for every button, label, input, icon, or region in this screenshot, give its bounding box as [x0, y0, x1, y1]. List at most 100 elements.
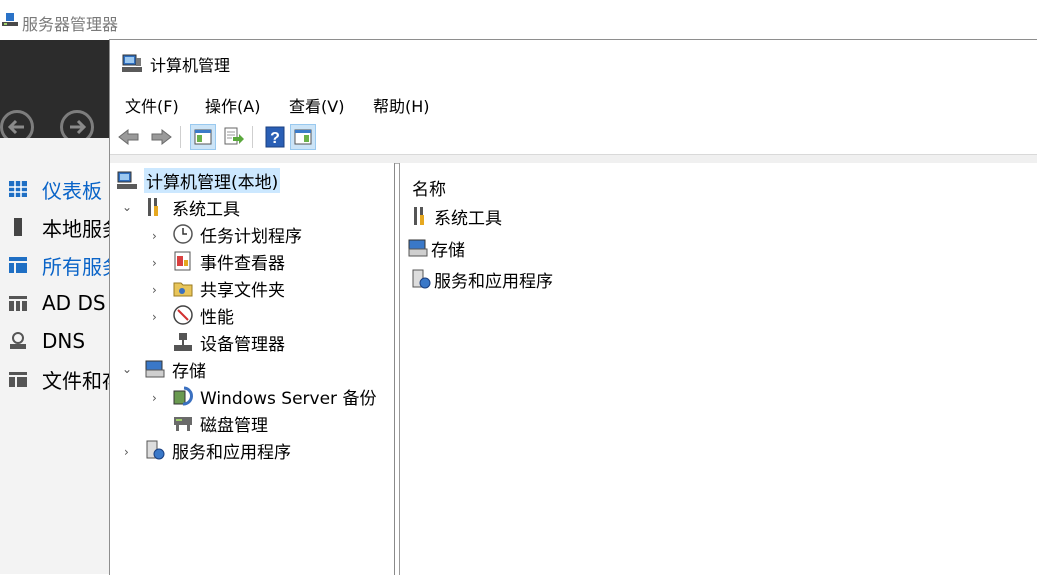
- collapse-chevron-icon[interactable]: ⌄: [122, 362, 134, 376]
- expand-chevron-icon[interactable]: ›: [152, 310, 164, 324]
- svg-text:?: ?: [270, 130, 280, 147]
- sidebar-item-all-servers[interactable]: 所有服务器: [0, 246, 110, 284]
- computer-management-icon: [122, 54, 142, 72]
- performance-icon: [173, 305, 193, 325]
- tree-item-event-viewer[interactable]: 事件查看器: [172, 248, 285, 274]
- tree-item-label: 系统工具: [172, 199, 240, 220]
- tree-item-label: 存储: [172, 361, 206, 382]
- server-manager-sidebar: 仪表板 本地服务器 所有服务器 AD DS DNS: [0, 138, 111, 574]
- tree-item-device-manager[interactable]: 设备管理器: [172, 329, 285, 355]
- server-manager-title: 服务器管理器: [22, 15, 119, 34]
- server-manager-app-icon: [2, 13, 18, 26]
- sidebar-item-label: AD DS: [42, 291, 106, 315]
- tree-item-label: 服务和应用程序: [172, 442, 291, 463]
- list-item-storage[interactable]: 存储: [407, 235, 465, 261]
- menu-action[interactable]: 操作(A): [205, 93, 260, 117]
- window-titlebar: 计算机管理: [110, 40, 1037, 84]
- column-header-name[interactable]: 名称: [412, 175, 446, 200]
- tree-item-label: 设备管理器: [200, 334, 285, 355]
- show-hide-action-pane-button[interactable]: [290, 124, 316, 150]
- server-manager-titlebar: 服务器管理器: [0, 0, 1037, 40]
- tree-item-label: 共享文件夹: [200, 280, 285, 301]
- dashboard-icon: [9, 181, 27, 197]
- all-servers-icon: [9, 257, 27, 273]
- sidebar-item-label: 本地服务器: [42, 216, 110, 241]
- event-viewer-icon: [174, 251, 191, 271]
- menu-help[interactable]: 帮助(H): [373, 93, 430, 117]
- tree-item-services-apps[interactable]: 服务和应用程序: [144, 437, 291, 463]
- list-item-label: 服务和应用程序: [434, 271, 553, 292]
- tree-item-windows-server-backup[interactable]: Windows Server 备份: [172, 383, 376, 409]
- toolbar-separator: [252, 126, 253, 148]
- computer-management-icon: [117, 171, 137, 189]
- tree-item-label: 事件查看器: [200, 253, 285, 274]
- services-apps-icon: [146, 440, 165, 460]
- sidebar-item-label: 文件和存储服务: [42, 368, 110, 393]
- windows-server-backup-icon: [173, 386, 193, 406]
- tree-item-label: Windows Server 备份: [200, 388, 377, 409]
- file-storage-icon: [9, 372, 27, 387]
- toolbar: ?: [110, 120, 1037, 154]
- sidebar-item-label: 所有服务器: [42, 254, 110, 279]
- tree-item-label: 磁盘管理: [200, 415, 268, 436]
- sidebar-item-label: 仪表板: [42, 178, 102, 203]
- list-item-services-apps[interactable]: 服务和应用程序: [410, 266, 553, 292]
- sidebar-item-dns[interactable]: DNS: [0, 322, 110, 360]
- tree-item-performance[interactable]: 性能: [172, 302, 234, 328]
- tree-item-disk-management[interactable]: 磁盘管理: [172, 410, 268, 436]
- back-arrow-icon: [7, 119, 24, 135]
- sidebar-item-ad-ds[interactable]: AD DS: [0, 284, 110, 322]
- list-item-system-tools[interactable]: 系统工具: [410, 203, 502, 229]
- forward-arrow-icon: [70, 119, 87, 135]
- system-tools-icon: [148, 198, 158, 216]
- expand-chevron-icon[interactable]: ›: [124, 445, 136, 459]
- computer-management-window: 计算机管理 文件(F) 操作(A) 查看(V) 帮助(H) ? 计算机管理(本地…: [109, 39, 1037, 575]
- device-manager-icon: [174, 333, 192, 351]
- menu-view[interactable]: 查看(V): [289, 93, 344, 117]
- dns-icon: [10, 332, 26, 349]
- local-server-icon: [14, 218, 22, 236]
- storage-icon: [408, 239, 428, 257]
- expand-chevron-icon[interactable]: ›: [152, 229, 164, 243]
- expand-chevron-icon[interactable]: ›: [152, 283, 164, 297]
- sidebar-item-dashboard[interactable]: 仪表板: [0, 170, 110, 208]
- tree-root-computer-management[interactable]: 计算机管理(本地): [116, 167, 281, 193]
- server-manager-header: [0, 40, 110, 144]
- expand-chevron-icon[interactable]: ›: [152, 391, 164, 405]
- shared-folders-icon: [173, 282, 193, 297]
- export-list-button[interactable]: [220, 124, 246, 150]
- disk-management-icon: [174, 417, 192, 431]
- help-icon: ?: [265, 126, 285, 148]
- toolbar-separator: [180, 126, 181, 148]
- tree-item-system-tools[interactable]: 系统工具: [144, 194, 240, 220]
- tree-item-task-scheduler[interactable]: 任务计划程序: [172, 221, 302, 247]
- services-apps-icon: [412, 269, 431, 289]
- console-tree: 计算机管理(本地) ⌄ 系统工具 › 任务计划程序 › 事件查看器 › 共享文件…: [110, 163, 395, 575]
- forward-arrow-icon: [151, 128, 172, 146]
- show-hide-console-tree-button[interactable]: [190, 124, 216, 150]
- system-tools-icon: [414, 207, 424, 225]
- ad-ds-icon: [9, 296, 27, 311]
- expand-chevron-icon[interactable]: ›: [152, 256, 164, 270]
- menu-file[interactable]: 文件(F): [125, 93, 179, 117]
- back-arrow-icon: [118, 128, 139, 146]
- tree-item-label: 性能: [200, 307, 234, 328]
- sidebar-item-local-server[interactable]: 本地服务器: [0, 208, 110, 246]
- back-button[interactable]: [116, 124, 142, 150]
- storage-icon: [145, 360, 165, 378]
- details-pane: 名称 系统工具 存储 服务和应用程序: [399, 163, 1037, 575]
- show-hide-action-pane-icon: [294, 129, 312, 145]
- window-title: 计算机管理: [150, 56, 231, 75]
- help-button[interactable]: ?: [262, 124, 288, 150]
- sidebar-item-file-storage[interactable]: 文件和存储服务: [0, 360, 110, 398]
- show-hide-console-tree-icon: [194, 129, 212, 145]
- tree-item-storage[interactable]: 存储: [144, 356, 206, 382]
- tree-item-shared-folders[interactable]: 共享文件夹: [172, 275, 285, 301]
- forward-button[interactable]: [148, 124, 174, 150]
- tree-item-label: 计算机管理(本地): [144, 167, 281, 193]
- export-list-icon: [224, 127, 244, 145]
- sidebar-item-label: DNS: [42, 329, 86, 353]
- menu-bar: 文件(F) 操作(A) 查看(V) 帮助(H): [110, 84, 1037, 120]
- task-scheduler-icon: [173, 224, 193, 244]
- collapse-chevron-icon[interactable]: ⌄: [122, 200, 134, 214]
